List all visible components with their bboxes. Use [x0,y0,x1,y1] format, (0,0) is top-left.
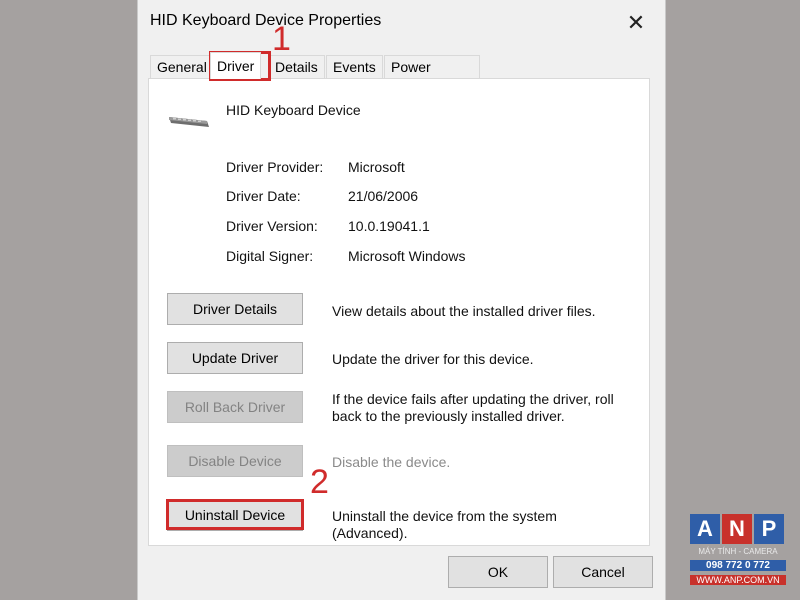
digital-signer-label: Digital Signer: [226,248,314,264]
tab-general[interactable]: General [150,55,214,78]
roll-back-driver-desc: If the device fails after updating the d… [332,391,614,424]
logo-letter-p: P [754,514,784,544]
uninstall-device-desc: Uninstall the device from the system (Ad… [332,508,557,541]
roll-back-driver-button[interactable]: Roll Back Driver [167,391,303,423]
step-1-marker: 1 [272,20,291,58]
step-2-marker: 2 [310,463,329,501]
tab-driver[interactable]: Driver [210,52,262,79]
logo-letter-a: A [690,514,720,544]
driver-version-value: 10.0.19041.1 [348,218,430,234]
driver-version-label: Driver Version: [226,218,318,234]
driver-provider-value: Microsoft [348,159,405,175]
tab-events[interactable]: Events [326,55,383,78]
driver-details-desc: View details about the installed driver … [332,303,596,319]
uninstall-highlight [166,499,304,530]
digital-signer-value: Microsoft Windows [348,248,466,264]
driver-panel: HID Keyboard Device Driver Provider: Mic… [148,78,650,546]
ok-button[interactable]: OK [448,556,548,588]
driver-details-button[interactable]: Driver Details [167,293,303,325]
driver-date-value: 21/06/2006 [348,188,419,204]
device-name: HID Keyboard Device [226,102,361,118]
disable-device-desc: Disable the device. [332,454,451,470]
driver-provider-label: Driver Provider: [226,159,324,175]
close-icon[interactable]: ✕ [623,10,649,36]
keyboard-icon [169,117,209,127]
update-driver-desc: Update the driver for this device. [332,351,534,367]
anp-logo: A N P MÁY TÍNH - CAMERA 098 772 0 772 WW… [690,514,786,590]
logo-site: WWW.ANP.COM.VN [690,575,786,585]
logo-phone: 098 772 0 772 [690,560,786,571]
title-bar: HID Keyboard Device Properties ✕ [138,0,665,46]
logo-tagline: MÁY TÍNH - CAMERA [698,547,778,556]
cancel-button[interactable]: Cancel [553,556,653,588]
disable-device-button[interactable]: Disable Device [167,445,303,477]
logo-letter-n: N [722,514,752,544]
driver-date-label: Driver Date: [226,188,301,204]
update-driver-button[interactable]: Update Driver [167,342,303,374]
dialog-title: HID Keyboard Device Properties [150,12,382,29]
tab-power-management[interactable]: Power Management [384,55,480,97]
